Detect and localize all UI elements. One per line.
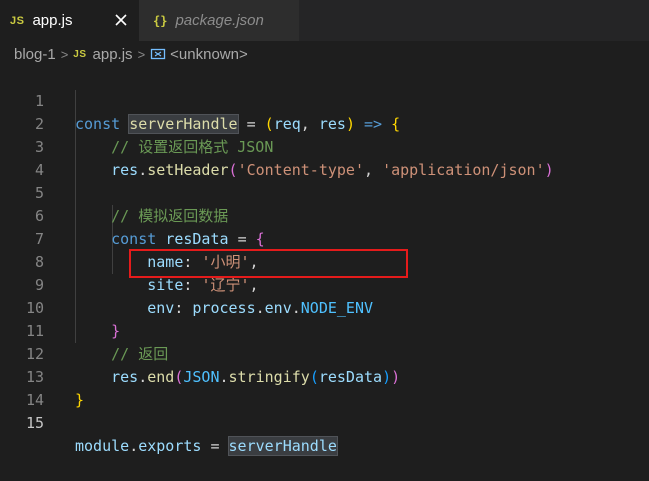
line-number: 15 xyxy=(25,414,44,432)
tab-label: app.js xyxy=(32,12,73,29)
code-line-6: 6 const resData = { xyxy=(0,182,649,248)
code-line-1: 1 const serverHandle = (req, res) => { xyxy=(0,67,649,134)
chevron-right-icon: > xyxy=(60,46,69,62)
breadcrumb-file[interactable]: app.js xyxy=(93,46,133,63)
code-line-8: 8 site: '辽宁', xyxy=(0,228,649,294)
code-line-5: 5 // 模拟返回数据 xyxy=(0,159,649,225)
code-line-2: 2 // 设置返回格式 JSON xyxy=(0,90,649,156)
code-editor[interactable]: 1 const serverHandle = (req, res) => { 2… xyxy=(0,67,649,456)
tab-package-json[interactable]: {} package.json xyxy=(139,0,299,41)
code-line-13: 13 } xyxy=(0,343,649,409)
code-line-11: 11 // 返回 xyxy=(0,297,649,363)
highlighted-symbol: serverHandle xyxy=(227,436,338,456)
tab-label: package.json xyxy=(175,12,264,29)
json-file-icon: {} xyxy=(153,13,168,28)
tab-app-js[interactable]: JS app.js xyxy=(0,0,139,41)
code-line-3: 3 res.setHeader('Content-type', 'applica… xyxy=(0,113,649,179)
breadcrumb-folder[interactable]: blog-1 xyxy=(14,46,56,63)
javascript-file-icon: JS xyxy=(10,14,25,27)
code-line-14: 14 xyxy=(0,366,649,409)
editor-tab-bar: JS app.js {} package.json xyxy=(0,0,649,41)
code-line-7: 7 name: '小明', xyxy=(0,205,649,271)
javascript-file-icon: JS xyxy=(73,48,87,60)
annotation-highlight-box xyxy=(129,249,408,278)
close-icon[interactable] xyxy=(113,12,129,28)
code-line-4: 4 xyxy=(0,136,649,179)
breadcrumb: blog-1 > JS app.js > <unknown> xyxy=(0,41,649,67)
code-line-12: 12 res.end(JSON.stringify(resData)) xyxy=(0,320,649,386)
chevron-right-icon: > xyxy=(137,46,146,62)
symbol-variable-icon xyxy=(151,48,166,60)
code-line-15: 15 module.exports = serverHandle xyxy=(0,389,649,456)
breadcrumb-symbol[interactable]: <unknown> xyxy=(170,46,248,63)
